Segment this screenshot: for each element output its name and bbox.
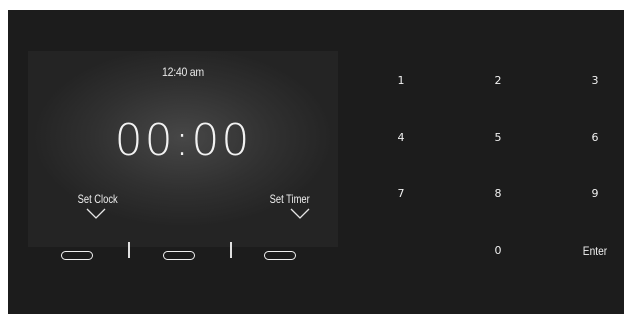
divider <box>128 242 130 258</box>
set-clock-label: Set Clock <box>77 192 118 206</box>
key-1[interactable]: 1 <box>381 71 421 91</box>
key-8[interactable]: 8 <box>478 184 518 204</box>
key-3[interactable]: 3 <box>575 71 615 91</box>
key-7[interactable]: 7 <box>381 184 421 204</box>
set-timer-button[interactable] <box>264 251 296 260</box>
control-panel: 12:40 am 00:00 Set Clock Set Timer 1 2 3… <box>8 10 624 314</box>
key-0[interactable]: 0 <box>478 241 518 261</box>
set-timer-label: Set Timer <box>269 192 310 206</box>
display-screen: 12:40 am 00:00 Set Clock Set Timer <box>28 51 338 247</box>
key-9[interactable]: 9 <box>575 184 615 204</box>
enter-key[interactable]: Enter <box>578 241 612 261</box>
set-clock-button[interactable] <box>61 251 93 260</box>
divider <box>230 242 232 258</box>
key-6[interactable]: 6 <box>575 128 615 148</box>
key-5[interactable]: 5 <box>478 128 518 148</box>
middle-soft-button[interactable] <box>163 251 195 260</box>
timer-display: 00:00 <box>114 115 252 166</box>
key-2[interactable]: 2 <box>478 71 518 91</box>
chevron-down-icon <box>290 208 310 219</box>
key-4[interactable]: 4 <box>381 128 421 148</box>
chevron-down-icon <box>86 208 106 219</box>
clock-time: 12:40 am <box>162 65 204 79</box>
